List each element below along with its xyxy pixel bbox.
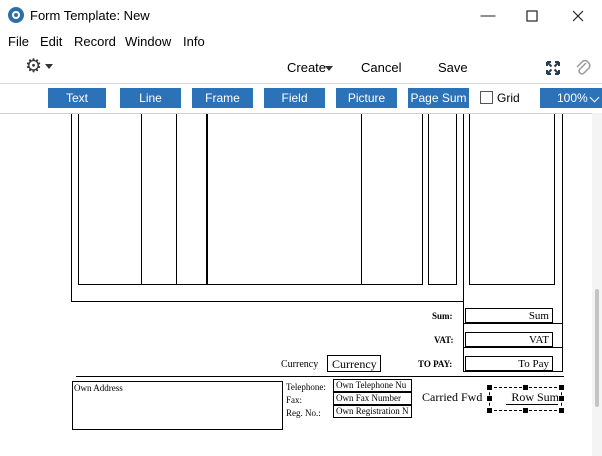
expand-icon[interactable] [545,60,561,76]
grid-checkbox[interactable] [480,91,493,104]
window-title: Form Template: New [30,8,150,23]
outer-frame-left[interactable] [71,114,72,302]
toolbar: ⚙ Create Cancel Save [0,52,602,84]
menu-edit[interactable]: Edit [40,34,62,49]
close-button[interactable] [568,6,588,26]
to-pay-field[interactable]: To Pay [465,356,553,371]
title-bar: Form Template: New — [0,0,602,32]
reg-no-field[interactable]: Own Registration N [333,405,412,418]
fax-field[interactable]: Own Fax Number [333,392,412,405]
resize-handle[interactable] [559,408,564,413]
row-sum-text: Row Sum [511,390,559,404]
create-button[interactable]: Create [287,60,326,75]
totals-row-line[interactable] [463,347,563,348]
save-button[interactable]: Save [438,60,468,75]
cancel-button[interactable]: Cancel [361,60,401,75]
chevron-down-icon [589,92,600,103]
app-logo-icon [8,7,24,23]
column-frame[interactable] [176,114,207,285]
currency-label[interactable]: Currency [281,359,318,370]
row-sum-underline [506,404,558,405]
resize-handle[interactable] [523,408,528,413]
resize-handle[interactable] [487,385,492,390]
resize-handle[interactable] [559,396,564,401]
footer-line[interactable] [76,376,564,377]
line-tool-button[interactable]: Line [120,88,181,108]
zoom-value: 100% [557,91,588,105]
column-frame[interactable] [207,114,362,285]
menu-record[interactable]: Record [74,34,116,49]
currency-field[interactable]: Currency [327,355,381,372]
menu-info[interactable]: Info [183,34,205,49]
form-canvas[interactable]: Sum: Sum VAT: VAT TO PAY: To Pay Currenc… [0,113,592,456]
totals-divider[interactable] [463,114,464,372]
sum-field[interactable]: Sum [465,308,553,323]
gear-icon[interactable]: ⚙ [25,57,42,77]
sum-label[interactable]: Sum: [432,311,453,321]
outer-frame-bottom[interactable] [71,301,463,302]
column-frame[interactable] [78,114,142,285]
column-frame[interactable] [361,114,423,285]
menu-window[interactable]: Window [125,34,171,49]
maximize-button[interactable] [522,6,542,26]
create-dropdown-icon[interactable] [325,66,333,71]
menu-file[interactable]: File [8,34,29,49]
picture-tool-button[interactable]: Picture [336,88,397,108]
to-pay-label[interactable]: TO PAY: [418,359,452,369]
telephone-field[interactable]: Own Telephone Nu [333,379,412,392]
zoom-select[interactable]: 100% [540,88,602,108]
object-palette: Text Line Frame Field Picture Page Sum G… [0,85,602,113]
column-frame[interactable] [141,114,177,285]
maximize-icon [526,10,538,22]
resize-handle[interactable] [487,408,492,413]
grid-label: Grid [497,91,520,105]
frame-tool-button[interactable]: Frame [192,88,253,108]
totals-row-line[interactable] [463,323,563,324]
carried-fwd-label[interactable]: Carried Fwd [422,390,482,405]
column-frame[interactable] [428,114,457,285]
column-frame[interactable] [469,114,555,285]
page-sum-tool-button[interactable]: Page Sum [408,88,469,108]
field-tool-button[interactable]: Field [264,88,325,108]
resize-handle[interactable] [487,396,492,401]
telephone-label[interactable]: Telephone: [286,382,326,392]
text-tool-button[interactable]: Text [48,88,106,108]
close-icon [572,10,584,22]
vat-label[interactable]: VAT: [434,335,454,345]
minimize-button[interactable]: — [478,6,498,26]
menu-bar: File Edit Record Window Info [0,32,602,52]
vat-field[interactable]: VAT [465,332,553,347]
outer-frame-right[interactable] [562,114,563,372]
chevron-down-icon[interactable] [45,64,53,69]
own-address-field[interactable]: Own Address [72,381,283,430]
totals-row-line[interactable] [463,371,563,372]
vertical-scrollbar[interactable] [592,113,602,456]
reg-no-label[interactable]: Reg. No.: [286,408,321,418]
resize-handle[interactable] [559,385,564,390]
attachment-icon[interactable] [575,58,591,78]
fax-label[interactable]: Fax: [286,395,302,405]
resize-handle[interactable] [523,385,528,390]
scrollbar-thumb[interactable] [595,289,599,407]
